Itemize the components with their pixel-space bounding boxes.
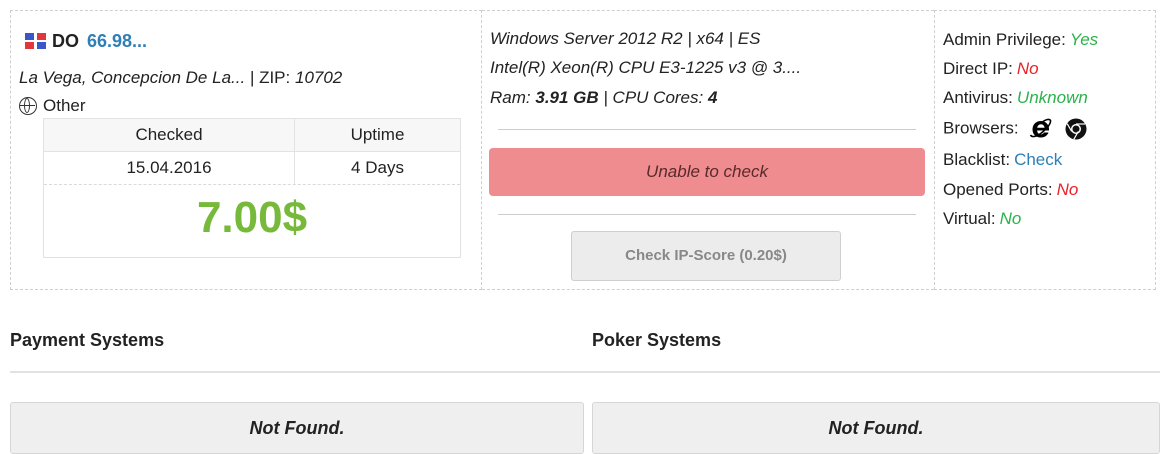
cores-value: 4: [707, 88, 718, 107]
system-panel: Windows Server 2012 R2 | x64 | ES Intel(…: [482, 10, 934, 290]
price: 7.00$: [196, 193, 308, 242]
ram-value: 3.91 GB: [535, 88, 599, 107]
divider: [498, 214, 916, 215]
country-code: DO: [52, 30, 79, 51]
os-info: Windows Server 2012 R2 | x64 | ES: [490, 29, 761, 48]
virtual-label: Virtual:: [943, 209, 996, 228]
checked-date: 15.04.2016: [44, 152, 295, 184]
direct-ip-label: Direct IP:: [943, 59, 1013, 78]
chrome-icon: [1065, 118, 1087, 140]
admin-privilege-value: Yes: [1069, 30, 1099, 49]
isp-name: Other: [43, 96, 86, 115]
virtual-value: No: [999, 209, 1022, 228]
checked-header: Checked: [44, 119, 295, 151]
stats-header-row: Checked Uptime: [44, 119, 460, 152]
ip-address: 66.98...: [87, 30, 148, 51]
stats-table: Checked Uptime 15.04.2016 4 Days 7.00$: [43, 118, 461, 258]
payment-systems-title: Payment Systems: [10, 330, 165, 350]
stats-value-row: 15.04.2016 4 Days: [44, 152, 460, 185]
city-name: La Vega, Concepcion De La...: [19, 68, 246, 87]
admin-privilege-label: Admin Privilege:: [943, 30, 1066, 49]
virtual-row: Virtual: No: [943, 209, 1021, 229]
antivirus-row: Antivirus: Unknown: [943, 88, 1088, 108]
dominican-republic-flag-icon: [25, 33, 46, 49]
antivirus-label: Antivirus:: [943, 88, 1013, 107]
blacklist-row: Blacklist: Check: [943, 150, 1062, 170]
direct-ip-value: No: [1016, 59, 1039, 78]
blacklist-check-link[interactable]: Check: [1014, 150, 1062, 169]
direct-ip-row: Direct IP: No: [943, 59, 1039, 79]
zip-code: 10702: [294, 68, 343, 87]
browsers-row: Browsers:: [943, 117, 1088, 141]
check-ip-score-button[interactable]: Check IP-Score (0.20$): [571, 231, 841, 281]
country-ip-row: DO 66.98...: [25, 28, 147, 54]
uptime-header: Uptime: [350, 125, 405, 144]
ram-label: Ram:: [490, 88, 531, 107]
payment-systems-result: Not Found.: [10, 402, 584, 454]
uptime-value: 4 Days: [351, 158, 404, 177]
location-panel: DO 66.98... La Vega, Concepcion De La...…: [10, 10, 482, 290]
opened-ports-value: No: [1056, 180, 1079, 199]
admin-privilege-row: Admin Privilege: Yes: [943, 30, 1098, 50]
properties-panel: Admin Privilege: Yes Direct IP: No Antivir…: [934, 10, 1156, 290]
globe-icon: [19, 97, 37, 115]
poker-systems-title: Poker Systems: [592, 330, 722, 350]
section-divider: [10, 371, 1160, 373]
isp-line: Other: [19, 96, 86, 116]
internet-explorer-icon: [1030, 118, 1052, 138]
city-zip-line: La Vega, Concepcion De La... | ZIP: 1070…: [19, 68, 342, 88]
blacklist-label: Blacklist:: [943, 150, 1011, 169]
opened-ports-row: Opened Ports: No: [943, 180, 1078, 200]
status-alert: Unable to check: [489, 148, 925, 196]
divider: [498, 129, 916, 130]
browsers-label: Browsers:: [943, 118, 1019, 138]
antivirus-value: Unknown: [1016, 88, 1088, 107]
poker-systems-result: Not Found.: [592, 402, 1160, 454]
zip-label: | ZIP:: [249, 68, 291, 87]
opened-ports-label: Opened Ports:: [943, 180, 1053, 199]
cores-label: | CPU Cores:: [603, 88, 704, 107]
cpu-info: Intel(R) Xeon(R) CPU E3-1225 v3 @ 3....: [490, 58, 802, 77]
ram-info: Ram: 3.91 GB | CPU Cores: 4: [490, 88, 717, 108]
